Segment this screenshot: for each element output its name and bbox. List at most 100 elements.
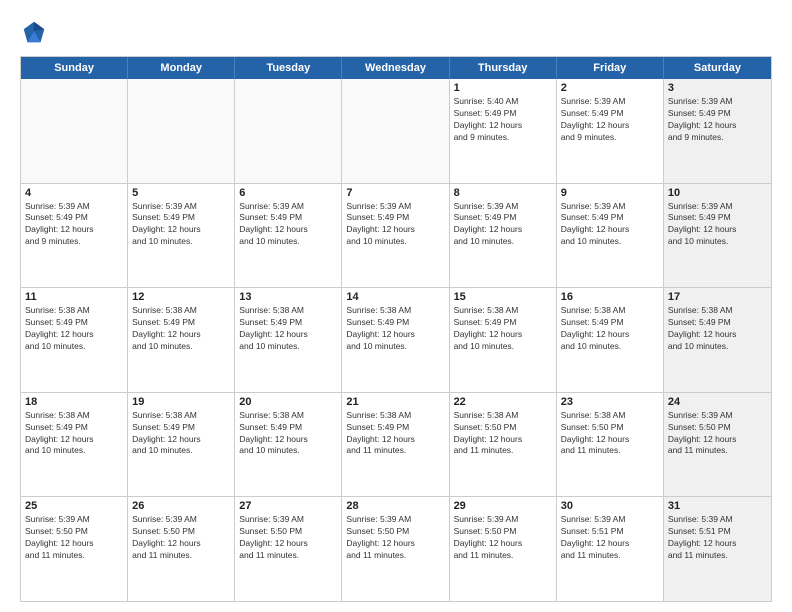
day-number: 20 bbox=[239, 396, 337, 408]
calendar-weekday-tuesday: Tuesday bbox=[235, 57, 342, 79]
calendar-row-3: 11 Sunrise: 5:38 AM Sunset: 5:49 PM Dayli… bbox=[21, 287, 771, 392]
calendar-row-2: 4 Sunrise: 5:39 AM Sunset: 5:49 PM Daylig… bbox=[21, 183, 771, 288]
calendar-day-3: 3 Sunrise: 5:39 AM Sunset: 5:49 PM Daylig… bbox=[664, 79, 771, 183]
day-number: 6 bbox=[239, 187, 337, 199]
calendar-day-25: 25 Sunrise: 5:39 AM Sunset: 5:50 PM Dayli… bbox=[21, 497, 128, 601]
calendar-header: SundayMondayTuesdayWednesdayThursdayFrid… bbox=[21, 57, 771, 79]
day-number: 7 bbox=[346, 187, 444, 199]
calendar-empty-cell bbox=[21, 79, 128, 183]
calendar-row-4: 18 Sunrise: 5:38 AM Sunset: 5:49 PM Dayli… bbox=[21, 392, 771, 497]
day-info: Sunrise: 5:38 AM Sunset: 5:49 PM Dayligh… bbox=[132, 410, 230, 458]
day-info: Sunrise: 5:39 AM Sunset: 5:51 PM Dayligh… bbox=[561, 514, 659, 562]
day-info: Sunrise: 5:39 AM Sunset: 5:49 PM Dayligh… bbox=[561, 201, 659, 249]
day-number: 3 bbox=[668, 82, 767, 94]
day-info: Sunrise: 5:39 AM Sunset: 5:50 PM Dayligh… bbox=[346, 514, 444, 562]
day-info: Sunrise: 5:38 AM Sunset: 5:50 PM Dayligh… bbox=[561, 410, 659, 458]
day-info: Sunrise: 5:38 AM Sunset: 5:49 PM Dayligh… bbox=[668, 305, 767, 353]
calendar-empty-cell bbox=[342, 79, 449, 183]
calendar-day-2: 2 Sunrise: 5:39 AM Sunset: 5:49 PM Daylig… bbox=[557, 79, 664, 183]
day-info: Sunrise: 5:39 AM Sunset: 5:49 PM Dayligh… bbox=[668, 201, 767, 249]
day-info: Sunrise: 5:38 AM Sunset: 5:49 PM Dayligh… bbox=[454, 305, 552, 353]
calendar-row-1: 1Sunrise: 5:40 AM Sunset: 5:49 PM Daylig… bbox=[21, 79, 771, 183]
day-info: Sunrise: 5:39 AM Sunset: 5:49 PM Dayligh… bbox=[561, 96, 659, 144]
day-number: 28 bbox=[346, 500, 444, 512]
day-number: 16 bbox=[561, 291, 659, 303]
day-number: 19 bbox=[132, 396, 230, 408]
day-number: 11 bbox=[25, 291, 123, 303]
calendar-day-1: 1Sunrise: 5:40 AM Sunset: 5:49 PM Daylig… bbox=[450, 79, 557, 183]
calendar-day-29: 29 Sunrise: 5:39 AM Sunset: 5:50 PM Dayli… bbox=[450, 497, 557, 601]
page: SundayMondayTuesdayWednesdayThursdayFrid… bbox=[0, 0, 792, 612]
calendar-weekday-sunday: Sunday bbox=[21, 57, 128, 79]
day-number: 10 bbox=[668, 187, 767, 199]
calendar-weekday-friday: Friday bbox=[557, 57, 664, 79]
calendar-weekday-monday: Monday bbox=[128, 57, 235, 79]
calendar-day-13: 13Sunrise: 5:38 AM Sunset: 5:49 PM Dayli… bbox=[235, 288, 342, 392]
calendar-day-20: 20Sunrise: 5:38 AM Sunset: 5:49 PM Dayli… bbox=[235, 393, 342, 497]
day-info: Sunrise: 5:40 AM Sunset: 5:49 PM Dayligh… bbox=[454, 96, 552, 144]
day-number: 17 bbox=[668, 291, 767, 303]
calendar: SundayMondayTuesdayWednesdayThursdayFrid… bbox=[20, 56, 772, 602]
logo bbox=[20, 18, 52, 46]
day-info: Sunrise: 5:39 AM Sunset: 5:50 PM Dayligh… bbox=[25, 514, 123, 562]
day-info: Sunrise: 5:39 AM Sunset: 5:49 PM Dayligh… bbox=[668, 96, 767, 144]
day-number: 14 bbox=[346, 291, 444, 303]
day-number: 2 bbox=[561, 82, 659, 94]
calendar-day-10: 10 Sunrise: 5:39 AM Sunset: 5:49 PM Dayli… bbox=[664, 184, 771, 288]
day-number: 29 bbox=[454, 500, 552, 512]
day-number: 27 bbox=[239, 500, 337, 512]
calendar-day-22: 22 Sunrise: 5:38 AM Sunset: 5:50 PM Dayli… bbox=[450, 393, 557, 497]
day-number: 23 bbox=[561, 396, 659, 408]
day-number: 31 bbox=[668, 500, 767, 512]
day-number: 8 bbox=[454, 187, 552, 199]
calendar-day-11: 11Sunrise: 5:38 AM Sunset: 5:49 PM Dayli… bbox=[21, 288, 128, 392]
day-info: Sunrise: 5:39 AM Sunset: 5:49 PM Dayligh… bbox=[239, 201, 337, 249]
calendar-day-23: 23 Sunrise: 5:38 AM Sunset: 5:50 PM Dayli… bbox=[557, 393, 664, 497]
day-info: Sunrise: 5:38 AM Sunset: 5:49 PM Dayligh… bbox=[25, 410, 123, 458]
calendar-day-28: 28 Sunrise: 5:39 AM Sunset: 5:50 PM Dayli… bbox=[342, 497, 449, 601]
day-info: Sunrise: 5:38 AM Sunset: 5:49 PM Dayligh… bbox=[346, 305, 444, 353]
day-info: Sunrise: 5:39 AM Sunset: 5:49 PM Dayligh… bbox=[454, 201, 552, 249]
day-info: Sunrise: 5:38 AM Sunset: 5:49 PM Dayligh… bbox=[561, 305, 659, 353]
calendar-day-12: 12 Sunrise: 5:38 AM Sunset: 5:49 PM Dayli… bbox=[128, 288, 235, 392]
day-number: 5 bbox=[132, 187, 230, 199]
day-info: Sunrise: 5:39 AM Sunset: 5:49 PM Dayligh… bbox=[346, 201, 444, 249]
calendar-day-6: 6 Sunrise: 5:39 AM Sunset: 5:49 PM Daylig… bbox=[235, 184, 342, 288]
day-info: Sunrise: 5:39 AM Sunset: 5:50 PM Dayligh… bbox=[668, 410, 767, 458]
day-number: 24 bbox=[668, 396, 767, 408]
calendar-empty-cell bbox=[128, 79, 235, 183]
calendar-weekday-saturday: Saturday bbox=[664, 57, 771, 79]
calendar-day-9: 9 Sunrise: 5:39 AM Sunset: 5:49 PM Daylig… bbox=[557, 184, 664, 288]
day-number: 18 bbox=[25, 396, 123, 408]
logo-icon bbox=[20, 18, 48, 46]
calendar-day-5: 5Sunrise: 5:39 AM Sunset: 5:49 PM Daylig… bbox=[128, 184, 235, 288]
day-number: 4 bbox=[25, 187, 123, 199]
calendar-day-27: 27 Sunrise: 5:39 AM Sunset: 5:50 PM Dayli… bbox=[235, 497, 342, 601]
day-number: 22 bbox=[454, 396, 552, 408]
calendar-day-17: 17 Sunrise: 5:38 AM Sunset: 5:49 PM Dayli… bbox=[664, 288, 771, 392]
calendar-day-18: 18 Sunrise: 5:38 AM Sunset: 5:49 PM Dayli… bbox=[21, 393, 128, 497]
day-number: 26 bbox=[132, 500, 230, 512]
day-number: 15 bbox=[454, 291, 552, 303]
day-info: Sunrise: 5:39 AM Sunset: 5:50 PM Dayligh… bbox=[239, 514, 337, 562]
calendar-day-19: 19 Sunrise: 5:38 AM Sunset: 5:49 PM Dayli… bbox=[128, 393, 235, 497]
day-info: Sunrise: 5:38 AM Sunset: 5:50 PM Dayligh… bbox=[454, 410, 552, 458]
calendar-day-21: 21Sunrise: 5:38 AM Sunset: 5:49 PM Dayli… bbox=[342, 393, 449, 497]
day-info: Sunrise: 5:38 AM Sunset: 5:49 PM Dayligh… bbox=[132, 305, 230, 353]
calendar-day-31: 31 Sunrise: 5:39 AM Sunset: 5:51 PM Dayli… bbox=[664, 497, 771, 601]
day-info: Sunrise: 5:39 AM Sunset: 5:50 PM Dayligh… bbox=[132, 514, 230, 562]
day-number: 13 bbox=[239, 291, 337, 303]
day-number: 25 bbox=[25, 500, 123, 512]
calendar-row-5: 25 Sunrise: 5:39 AM Sunset: 5:50 PM Dayli… bbox=[21, 496, 771, 601]
day-info: Sunrise: 5:39 AM Sunset: 5:50 PM Dayligh… bbox=[454, 514, 552, 562]
calendar-day-30: 30Sunrise: 5:39 AM Sunset: 5:51 PM Dayli… bbox=[557, 497, 664, 601]
day-number: 12 bbox=[132, 291, 230, 303]
calendar-empty-cell bbox=[235, 79, 342, 183]
calendar-day-7: 7 Sunrise: 5:39 AM Sunset: 5:49 PM Daylig… bbox=[342, 184, 449, 288]
calendar-day-14: 14 Sunrise: 5:38 AM Sunset: 5:49 PM Dayli… bbox=[342, 288, 449, 392]
calendar-day-24: 24 Sunrise: 5:39 AM Sunset: 5:50 PM Dayli… bbox=[664, 393, 771, 497]
day-number: 9 bbox=[561, 187, 659, 199]
calendar-day-8: 8 Sunrise: 5:39 AM Sunset: 5:49 PM Daylig… bbox=[450, 184, 557, 288]
day-info: Sunrise: 5:39 AM Sunset: 5:51 PM Dayligh… bbox=[668, 514, 767, 562]
calendar-weekday-wednesday: Wednesday bbox=[342, 57, 449, 79]
